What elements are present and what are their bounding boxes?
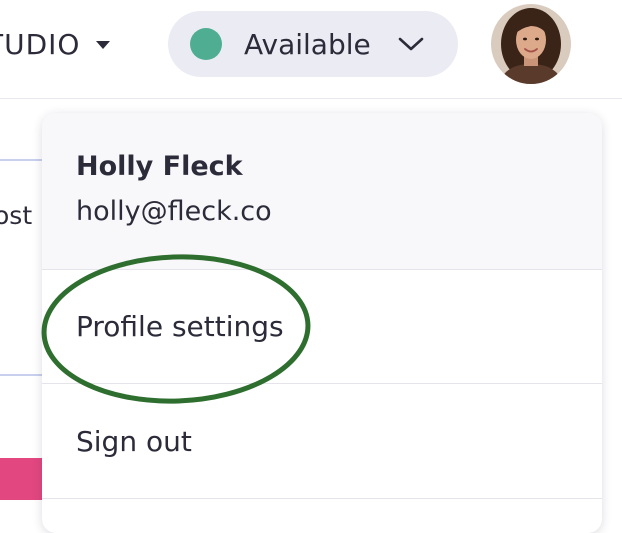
workspace-switcher[interactable]: TUDIO — [0, 24, 111, 64]
user-avatar-icon — [491, 4, 571, 84]
menu-item-label: Profile settings — [76, 310, 284, 343]
user-name: Holly Fleck — [76, 151, 243, 182]
status-label: Available — [244, 27, 371, 61]
user-email: holly@fleck.co — [76, 196, 272, 227]
workspace-name: TUDIO — [0, 27, 81, 61]
account-info-header: Holly Fleck holly@fleck.co — [42, 113, 602, 270]
background-text-fragment: ost — [0, 201, 33, 230]
caret-down-icon — [96, 41, 111, 49]
menu-item-label: Sign out — [76, 425, 192, 458]
menu-item-profile-settings[interactable]: Profile settings — [42, 270, 602, 384]
menu-item-sign-out[interactable]: Sign out — [42, 385, 602, 499]
status-selector[interactable]: Available — [168, 11, 458, 77]
avatar[interactable] — [491, 4, 571, 84]
top-bar: TUDIO Available — [0, 0, 622, 99]
account-dropdown-menu: Holly Fleck holly@fleck.co Profile setti… — [42, 113, 602, 533]
status-dot-icon — [190, 28, 222, 60]
chevron-down-icon — [398, 37, 424, 51]
